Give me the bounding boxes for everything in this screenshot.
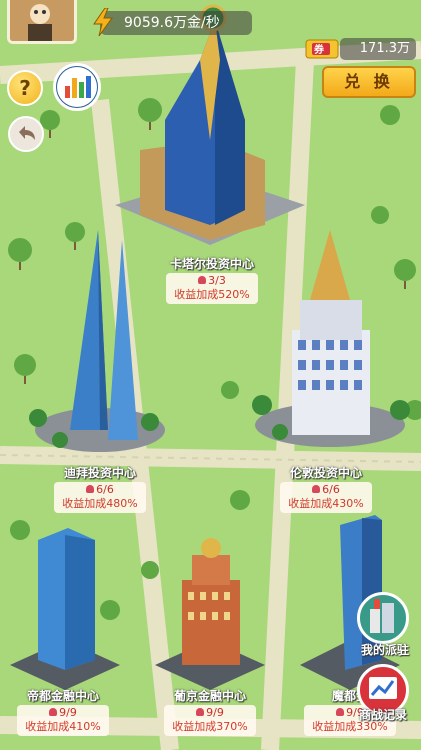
my-station-label: 我的派驻 bbox=[360, 643, 409, 657]
coupon-ticket-icon: 券 bbox=[304, 38, 340, 60]
battle-record-label: 商战记录 bbox=[358, 708, 407, 722]
building-macau[interactable]: 葡京金融中心 9/9 收益加成370% bbox=[160, 685, 260, 736]
staff-count: 3/3 bbox=[208, 274, 226, 287]
person-icon bbox=[336, 708, 345, 716]
building-info-card: 3/3 收益加成520% bbox=[166, 273, 258, 304]
city-buildings-icon bbox=[370, 599, 394, 633]
coupon-balance-text: 171.3万 bbox=[359, 41, 410, 56]
help-button[interactable]: ? bbox=[7, 70, 43, 106]
building-info-card: 6/6 收益加成480% bbox=[54, 482, 146, 513]
person-icon bbox=[86, 485, 95, 493]
staff-count: 9/9 bbox=[59, 706, 77, 719]
statistics-button[interactable] bbox=[53, 63, 101, 111]
staff-count: 6/6 bbox=[322, 483, 340, 496]
player-avatar[interactable] bbox=[7, 0, 77, 44]
my-station-button[interactable] bbox=[357, 592, 409, 644]
back-button[interactable] bbox=[8, 116, 44, 152]
building-qatar[interactable]: 卡塔尔投资中心 3/3 收益加成520% bbox=[162, 253, 262, 304]
income-bonus: 收益加成370% bbox=[172, 720, 248, 733]
building-info-card: 9/9 收益加成410% bbox=[17, 705, 109, 736]
coupon-icon-text: 券 bbox=[314, 45, 324, 56]
income-bonus: 收益加成480% bbox=[62, 497, 138, 510]
building-info-card: 6/6 收益加成430% bbox=[280, 482, 372, 513]
coupon-balance-display: 171.3万 bbox=[340, 38, 416, 60]
income-bonus: 收益加成430% bbox=[288, 497, 364, 510]
lightning-icon bbox=[93, 8, 113, 36]
building-info-card: 9/9 收益加成370% bbox=[164, 705, 256, 736]
city-map bbox=[0, 0, 421, 750]
person-icon bbox=[49, 708, 58, 716]
person-icon bbox=[198, 276, 207, 284]
building-beijing[interactable]: 帝都金融中心 9/9 收益加成410% bbox=[13, 685, 113, 736]
building-name: 帝都金融中心 bbox=[26, 689, 99, 703]
building-name: 卡塔尔投资中心 bbox=[169, 257, 254, 271]
building-dubai[interactable]: 迪拜投资中心 6/6 收益加成480% bbox=[50, 462, 150, 513]
building-name: 迪拜投资中心 bbox=[63, 466, 136, 480]
building-name: 葡京金融中心 bbox=[173, 689, 246, 703]
help-icon: ? bbox=[19, 76, 31, 100]
staff-count: 6/6 bbox=[96, 483, 114, 496]
bar-chart-icon bbox=[57, 67, 97, 107]
building-london[interactable]: 伦敦投资中心 6/6 收益加成430% bbox=[276, 462, 376, 513]
exchange-button[interactable]: 兑 换 bbox=[322, 66, 416, 98]
income-bonus: 收益加成410% bbox=[25, 720, 101, 733]
person-icon bbox=[312, 485, 321, 493]
back-arrow-icon bbox=[19, 126, 35, 140]
staff-count: 9/9 bbox=[206, 706, 224, 719]
person-icon bbox=[196, 708, 205, 716]
income-rate-display: 9059.6万金/秒 bbox=[100, 11, 252, 35]
building-name: 伦敦投资中心 bbox=[289, 466, 362, 480]
income-bonus: 收益加成520% bbox=[174, 288, 250, 301]
income-rate-text: 9059.6万金/秒 bbox=[124, 15, 220, 31]
